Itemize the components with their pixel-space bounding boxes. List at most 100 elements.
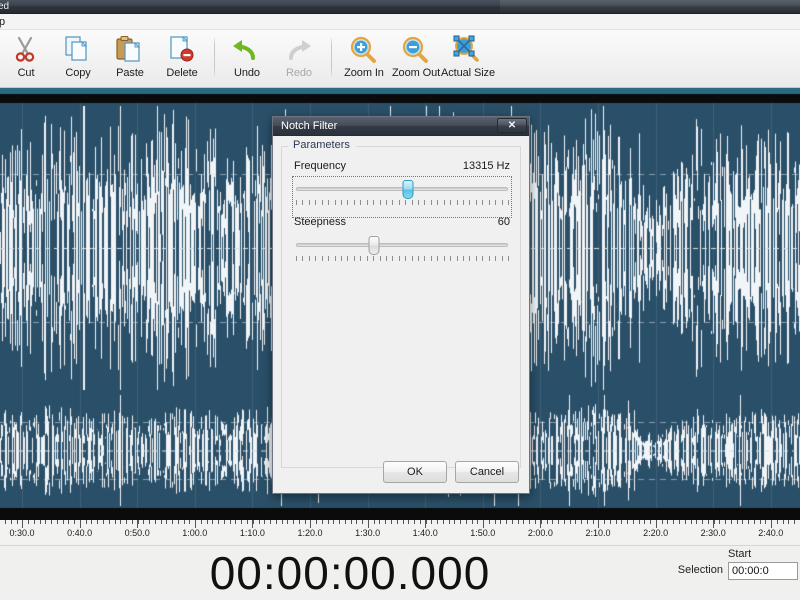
ruler-major-tick (195, 520, 196, 528)
parameter-steepness-value: 60 (498, 216, 510, 228)
time-ruler[interactable]: 0:30.00:40.00:50.01:00.01:10.01:20.01:30… (0, 520, 800, 546)
window-title: ed (0, 0, 9, 14)
toolbar-button-zoom-out[interactable]: Zoom Out (390, 30, 442, 86)
parameter-frequency-row: Frequency 13315 Hz (294, 160, 510, 175)
ruler-label: 1:50.0 (470, 528, 495, 538)
cancel-button[interactable]: Cancel (455, 461, 519, 483)
slider-tick (412, 256, 413, 261)
slider-tick (450, 256, 451, 261)
slider-tick (328, 200, 329, 205)
dialog-button-bar: OK Cancel (273, 461, 529, 483)
frequency-slider-thumb[interactable] (403, 180, 414, 199)
toolbar: Cut Copy Paste Delete Undo Redo Zoom In (0, 30, 800, 88)
parameters-groupbox: Parameters Frequency 13315 Hz Steepness (281, 146, 521, 468)
ruler-major-tick (368, 520, 369, 528)
toolbar-button-row: Cut Copy Paste Delete Undo Redo Zoom In (0, 30, 494, 88)
toolbar-button-zoom-in[interactable]: Zoom In (338, 30, 390, 86)
undo-arrow-icon (231, 34, 263, 66)
slider-tick (399, 256, 400, 261)
ruler-label: 2:20.0 (643, 528, 668, 538)
slider-tick (296, 256, 297, 261)
slider-tick (354, 200, 355, 205)
slider-tick (469, 256, 470, 261)
ok-button[interactable]: OK (383, 461, 447, 483)
ruler-major-tick (137, 520, 138, 528)
ruler-major-tick (252, 520, 253, 528)
slider-tick (489, 200, 490, 205)
slider-tick (302, 256, 303, 261)
toolbar-button-label: Actual Size (441, 67, 495, 79)
slider-tick (418, 200, 419, 205)
slider-tick (392, 256, 393, 261)
slider-tick (380, 200, 381, 205)
toolbar-button-cut[interactable]: Cut (0, 30, 52, 86)
toolbar-button-delete[interactable]: Delete (156, 30, 208, 86)
ruler-label: 0:50.0 (125, 528, 150, 538)
slider-tick (386, 256, 387, 261)
slider-tick (347, 256, 348, 261)
slider-tick (502, 200, 503, 205)
slider-tick (495, 200, 496, 205)
toolbar-button-label: Copy (65, 67, 90, 79)
titlebar-glass-highlight (500, 0, 800, 14)
ruler-major-tick (656, 520, 657, 528)
slider-tick (489, 256, 490, 261)
steepness-slider[interactable] (294, 234, 510, 272)
steepness-slider-track[interactable] (296, 243, 508, 247)
ruler-label: 0:40.0 (67, 528, 92, 538)
menubar[interactable]: p (0, 14, 800, 30)
ruler-major-tick (22, 520, 23, 528)
redo-arrow-icon (283, 34, 315, 66)
toolbar-button-undo[interactable]: Undo (221, 30, 273, 86)
slider-tick (367, 200, 368, 205)
parameter-steepness-row: Steepness 60 (294, 216, 510, 231)
slider-tick (373, 256, 374, 261)
slider-tick (335, 256, 336, 261)
toolbar-button-actual-size[interactable]: Actual Size (442, 30, 494, 86)
frequency-slider[interactable] (294, 178, 510, 216)
parameter-steepness: Steepness 60 (294, 216, 510, 272)
scissors-icon (10, 34, 42, 66)
slider-tick (424, 256, 425, 261)
slider-tick (309, 200, 310, 205)
slider-tick (380, 256, 381, 261)
toolbar-button-paste[interactable]: Paste (104, 30, 156, 86)
ruler-label: 1:20.0 (297, 528, 322, 538)
delete-icon (166, 34, 198, 66)
toolbar-button-label: Undo (234, 67, 260, 79)
slider-tick (322, 200, 323, 205)
ruler-label: 1:40.0 (413, 528, 438, 538)
toolbar-button-label: Redo (286, 67, 312, 79)
slider-tick (315, 200, 316, 205)
ruler-major-tick (598, 520, 599, 528)
slider-tick (437, 200, 438, 205)
slider-tick (469, 200, 470, 205)
slider-tick (392, 200, 393, 205)
slider-tick (354, 256, 355, 261)
ruler-label: 2:10.0 (585, 528, 610, 538)
slider-tick (444, 200, 445, 205)
steepness-slider-thumb[interactable] (368, 236, 379, 255)
slider-tick (476, 200, 477, 205)
application-window: ed p Cut Copy Paste Delete Undo Redo (0, 0, 800, 600)
toolbar-button-label: Zoom Out (392, 67, 440, 79)
dialog-body: Parameters Frequency 13315 Hz Steepness (273, 136, 529, 493)
toolbar-button-copy[interactable]: Copy (52, 30, 104, 86)
parameters-group-title: Parameters (290, 139, 353, 151)
ruler-major-tick (310, 520, 311, 528)
slider-tick (386, 200, 387, 205)
menu-item-help[interactable]: p (0, 15, 8, 29)
slider-tick (373, 200, 374, 205)
slider-tick (502, 256, 503, 261)
toolbar-button-label: Cut (18, 67, 35, 79)
magnifier-minus-icon (400, 34, 432, 66)
slider-tick (302, 200, 303, 205)
close-icon[interactable]: ✕ (497, 118, 527, 133)
steepness-slider-ticks (296, 256, 508, 262)
slider-tick (341, 200, 342, 205)
window-titlebar: ed (0, 0, 800, 14)
slider-tick (315, 256, 316, 261)
parameter-frequency-label: Frequency (294, 160, 346, 172)
selection-start-input[interactable]: 00:00:0 (728, 562, 798, 580)
notch-filter-dialog: Notch Filter ✕ Parameters Frequency 1331… (272, 116, 530, 494)
